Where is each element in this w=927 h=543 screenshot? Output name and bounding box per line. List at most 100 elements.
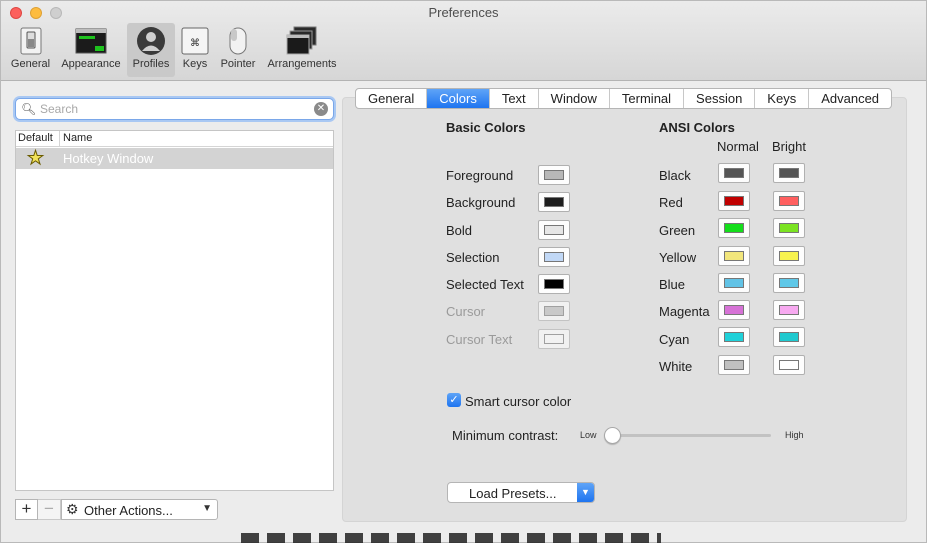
- ansi-color-label: Red: [659, 195, 683, 210]
- other-actions-label: Other Actions...: [84, 503, 173, 518]
- basic-color-label: Cursor: [446, 304, 486, 319]
- mouse-icon: [222, 26, 254, 56]
- contrast-slider-track[interactable]: [608, 434, 771, 437]
- red-normal-color-well[interactable]: [718, 191, 750, 211]
- foreground-color-well[interactable]: [538, 165, 570, 185]
- white-bright-color-well[interactable]: [773, 355, 805, 375]
- ansi-color-label: Blue: [659, 277, 686, 292]
- appearance-icon: [75, 26, 107, 56]
- profiles-table[interactable]: Default Name ★ Hotkey Window: [15, 130, 334, 491]
- color-swatch: [724, 360, 744, 370]
- tab-advanced[interactable]: Advanced: [809, 89, 891, 108]
- toolbar-label: Keys: [182, 58, 208, 70]
- colors-panel: [342, 97, 907, 522]
- yellow-bright-color-well[interactable]: [773, 246, 805, 266]
- toolbar-arrangements[interactable]: Arrangements: [264, 23, 340, 77]
- ansi-color-label: White: [659, 359, 693, 374]
- ansi-color-label: Black: [659, 168, 691, 183]
- basic-color-label: Selected Text: [446, 277, 524, 292]
- contrast-slider-knob[interactable]: [604, 427, 621, 444]
- color-swatch: [779, 278, 799, 288]
- toolbar-keys[interactable]: ⌘ Keys: [178, 23, 212, 77]
- color-swatch: [544, 170, 564, 180]
- selection-color-well[interactable]: [538, 247, 570, 267]
- color-swatch: [779, 196, 799, 206]
- basic-color-label: Foreground: [446, 168, 514, 183]
- green-bright-color-well[interactable]: [773, 218, 805, 238]
- tab-general[interactable]: General: [356, 89, 428, 108]
- ansi-color-label: Magenta: [659, 304, 710, 319]
- green-normal-color-well[interactable]: [718, 218, 750, 238]
- ansi-color-label: Green: [659, 223, 696, 238]
- toolbar-general[interactable]: General: [8, 23, 53, 77]
- add-profile-button[interactable]: +: [15, 499, 38, 520]
- tab-colors[interactable]: Colors: [427, 89, 490, 108]
- toolbar-profiles[interactable]: Profiles: [127, 23, 175, 77]
- toolbar-appearance[interactable]: Appearance: [56, 23, 126, 77]
- switch-icon: [15, 26, 47, 56]
- ansi-color-label: Yellow: [659, 250, 697, 265]
- tab-text[interactable]: Text: [490, 89, 539, 108]
- clear-search-icon[interactable]: ✕: [314, 102, 328, 116]
- search-input[interactable]: [40, 101, 320, 117]
- blue-normal-color-well[interactable]: [718, 273, 750, 293]
- column-header-default[interactable]: Default: [18, 132, 53, 144]
- white-normal-color-well[interactable]: [718, 355, 750, 375]
- title-bar: Preferences General Appearance Profiles …: [1, 1, 926, 81]
- gear-icon: ⚙: [66, 501, 79, 517]
- remove-profile-button[interactable]: −: [38, 499, 61, 520]
- color-swatch: [544, 306, 564, 316]
- tab-keys[interactable]: Keys: [755, 89, 810, 108]
- bright-column-label: Bright: [772, 139, 806, 154]
- color-swatch: [544, 225, 564, 235]
- toolbar-label: Profiles: [132, 58, 170, 70]
- color-swatch: [544, 197, 564, 207]
- svg-text:⌘: ⌘: [190, 38, 200, 49]
- color-swatch: [779, 360, 799, 370]
- magenta-bright-color-well[interactable]: [773, 300, 805, 320]
- tab-session[interactable]: Session: [684, 89, 756, 108]
- bold-color-well[interactable]: [538, 220, 570, 240]
- color-swatch: [724, 196, 744, 206]
- toolbar-label: General: [10, 58, 51, 70]
- column-header-name[interactable]: Name: [63, 132, 92, 144]
- chevron-down-icon: ▼: [202, 503, 212, 514]
- cyan-normal-color-well[interactable]: [718, 327, 750, 347]
- color-swatch: [724, 168, 744, 178]
- basic-color-label: Cursor Text: [446, 332, 513, 347]
- magenta-normal-color-well[interactable]: [718, 300, 750, 320]
- blue-bright-color-well[interactable]: [773, 273, 805, 293]
- other-actions-dropdown[interactable]: ⚙ Other Actions... ▼: [61, 499, 218, 520]
- color-swatch: [544, 252, 564, 262]
- color-swatch: [724, 305, 744, 315]
- color-swatch: [724, 251, 744, 261]
- profile-search[interactable]: 🔍︎ ✕: [15, 98, 334, 120]
- background-color-well[interactable]: [538, 192, 570, 212]
- cursor-text-color-well: [538, 329, 570, 349]
- minimum-contrast-label: Minimum contrast:: [452, 428, 559, 443]
- smart-cursor-checkbox[interactable]: ✓: [447, 393, 461, 407]
- selected-text-color-well[interactable]: [538, 274, 570, 294]
- tab-window[interactable]: Window: [539, 89, 610, 108]
- black-bright-color-well[interactable]: [773, 163, 805, 183]
- profile-name: Hotkey Window: [63, 151, 154, 166]
- profile-tabs: General Colors Text Window Terminal Sess…: [355, 88, 893, 109]
- smart-cursor-label[interactable]: Smart cursor color: [465, 394, 571, 409]
- red-bright-color-well[interactable]: [773, 191, 805, 211]
- cyan-bright-color-well[interactable]: [773, 327, 805, 347]
- normal-column-label: Normal: [717, 139, 759, 154]
- tab-terminal[interactable]: Terminal: [610, 89, 685, 108]
- yellow-normal-color-well[interactable]: [718, 246, 750, 266]
- arrangements-icon: [286, 26, 318, 56]
- black-normal-color-well[interactable]: [718, 163, 750, 183]
- ansi-colors-title: ANSI Colors: [659, 120, 735, 135]
- contrast-high-label: High: [785, 430, 804, 440]
- table-row[interactable]: ★ Hotkey Window: [16, 148, 333, 169]
- load-presets-button[interactable]: Load Presets... ▼: [447, 482, 595, 503]
- toolbar-pointer[interactable]: Pointer: [216, 23, 260, 77]
- profile-icon: [135, 26, 167, 56]
- color-swatch: [779, 251, 799, 261]
- ansi-color-label: Cyan: [659, 332, 690, 347]
- column-divider: [59, 131, 60, 146]
- color-swatch: [724, 278, 744, 288]
